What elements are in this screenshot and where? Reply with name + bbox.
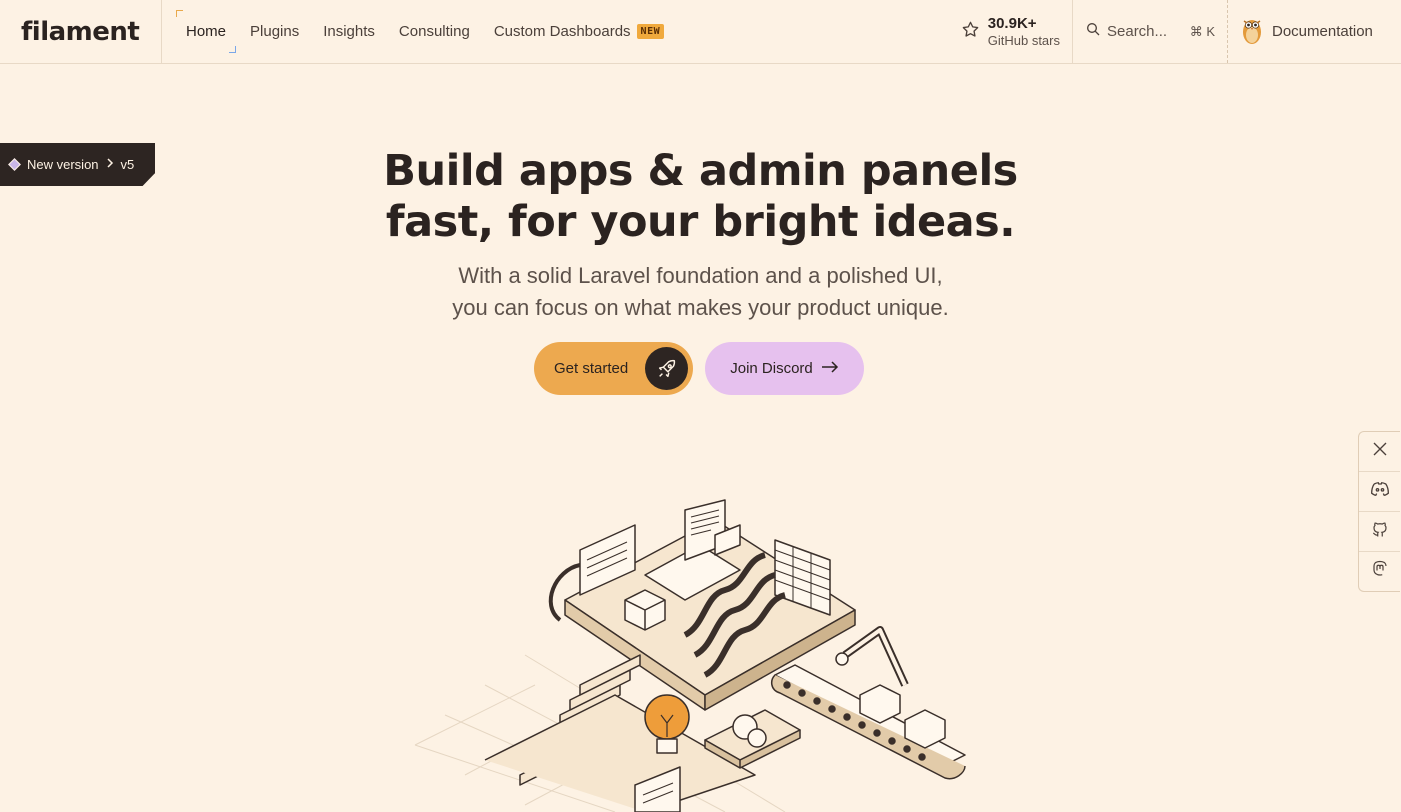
search-shortcut: ⌘ K [1189, 23, 1215, 39]
star-icon [961, 20, 980, 44]
github-stars-link[interactable]: 30.9K+ GitHub stars [951, 0, 1073, 63]
nav-home-label[interactable]: Home [186, 23, 226, 40]
discord-icon [1370, 480, 1390, 503]
logo-text[interactable]: filament [21, 17, 140, 47]
discord-link[interactable] [1359, 472, 1400, 512]
nav-insights-label[interactable]: Insights [323, 23, 375, 40]
github-stars-count: 30.9K+ [987, 14, 1037, 32]
top-navbar: filament Home Plugins Insights Consultin… [0, 0, 1401, 64]
nav-plugins-label[interactable]: Plugins [250, 23, 299, 40]
hero-subtitle-line-1: With a solid Laravel foundation and a po… [458, 263, 943, 288]
hero-title: Build apps & admin panels fast, for your… [0, 146, 1401, 248]
filament-logo[interactable]: filament [0, 0, 162, 63]
github-icon [1371, 520, 1389, 543]
rocket-icon [645, 347, 688, 390]
social-links [1358, 431, 1400, 592]
mastodon-icon [1371, 560, 1389, 583]
search-placeholder: Search... [1107, 23, 1168, 40]
nav-consulting-label[interactable]: Consulting [399, 23, 470, 40]
search-icon [1085, 21, 1101, 42]
join-discord-label: Join Discord [730, 360, 813, 377]
arrow-right-icon [821, 360, 839, 378]
documentation-label[interactable]: Documentation [1272, 23, 1373, 40]
github-stars-label: GitHub stars [987, 32, 1060, 48]
github-stars-text: 30.9K+ GitHub stars [988, 15, 1060, 49]
main-nav: Home Plugins Insights Consulting Custom … [162, 0, 676, 63]
new-badge: NEW [636, 24, 665, 39]
nav-home[interactable]: Home [174, 10, 238, 53]
documentation-link[interactable]: Documentation [1228, 0, 1401, 63]
mastodon-link[interactable] [1359, 552, 1400, 591]
header-actions: 30.9K+ GitHub stars Search... ⌘ K Docume… [951, 0, 1401, 63]
nav-custom-dashboards[interactable]: Custom Dashboards NEW [482, 15, 676, 48]
search-button[interactable]: Search... ⌘ K [1073, 0, 1228, 63]
hero-title-line-2: fast, for your bright ideas. [385, 197, 1016, 247]
nav-plugins[interactable]: Plugins [238, 15, 311, 48]
hero-subtitle: With a solid Laravel foundation and a po… [0, 260, 1401, 324]
nav-insights[interactable]: Insights [311, 15, 387, 48]
get-started-label: Get started [554, 360, 629, 377]
hero-title-line-1: Build apps & admin panels [383, 146, 1018, 196]
nav-custom-dashboards-label[interactable]: Custom Dashboards [494, 23, 631, 40]
hero-illustration [405, 495, 975, 812]
get-started-button[interactable]: Get started [534, 342, 693, 395]
x-link[interactable] [1359, 432, 1400, 472]
github-link[interactable] [1359, 512, 1400, 552]
hero-subtitle-line-2: you can focus on what makes your product… [452, 295, 949, 320]
nav-consulting[interactable]: Consulting [387, 15, 482, 48]
x-icon [1371, 440, 1389, 463]
join-discord-button[interactable]: Join Discord [705, 342, 864, 395]
owl-mascot-icon [1240, 15, 1264, 49]
